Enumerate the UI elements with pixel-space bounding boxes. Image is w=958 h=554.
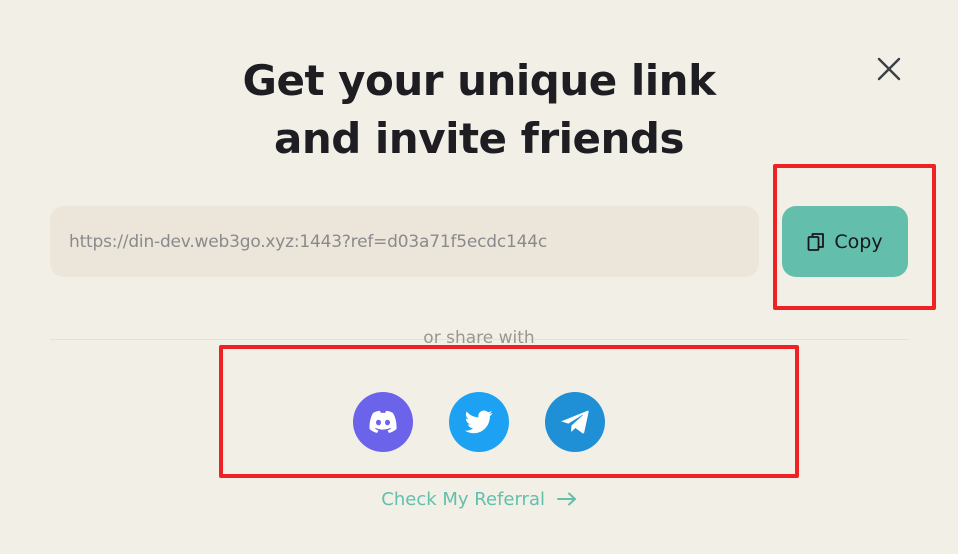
twitter-icon: [465, 410, 493, 434]
referral-link-text: https://din-dev.web3go.xyz:1443?ref=d03a…: [69, 231, 547, 252]
social-highlight-box: [219, 345, 799, 478]
share-telegram-button[interactable]: [545, 392, 605, 452]
copy-button[interactable]: Copy: [782, 206, 908, 277]
arrow-right-icon: [551, 489, 577, 510]
copy-icon: [807, 232, 825, 251]
copy-button-label: Copy: [834, 230, 883, 253]
modal-title-line1: Get your unique link: [242, 56, 716, 105]
check-referral-link[interactable]: Check My Referral: [0, 489, 958, 510]
telegram-icon: [561, 410, 589, 434]
modal-title: Get your unique link and invite friends: [0, 52, 958, 168]
share-twitter-button[interactable]: [449, 392, 509, 452]
referral-link-field[interactable]: https://din-dev.web3go.xyz:1443?ref=d03a…: [50, 206, 759, 277]
modal-title-line2: and invite friends: [273, 114, 685, 163]
discord-icon: [369, 410, 397, 433]
share-label: or share with: [423, 328, 535, 348]
share-discord-button[interactable]: [353, 392, 413, 452]
check-referral-label: Check My Referral: [381, 489, 545, 510]
